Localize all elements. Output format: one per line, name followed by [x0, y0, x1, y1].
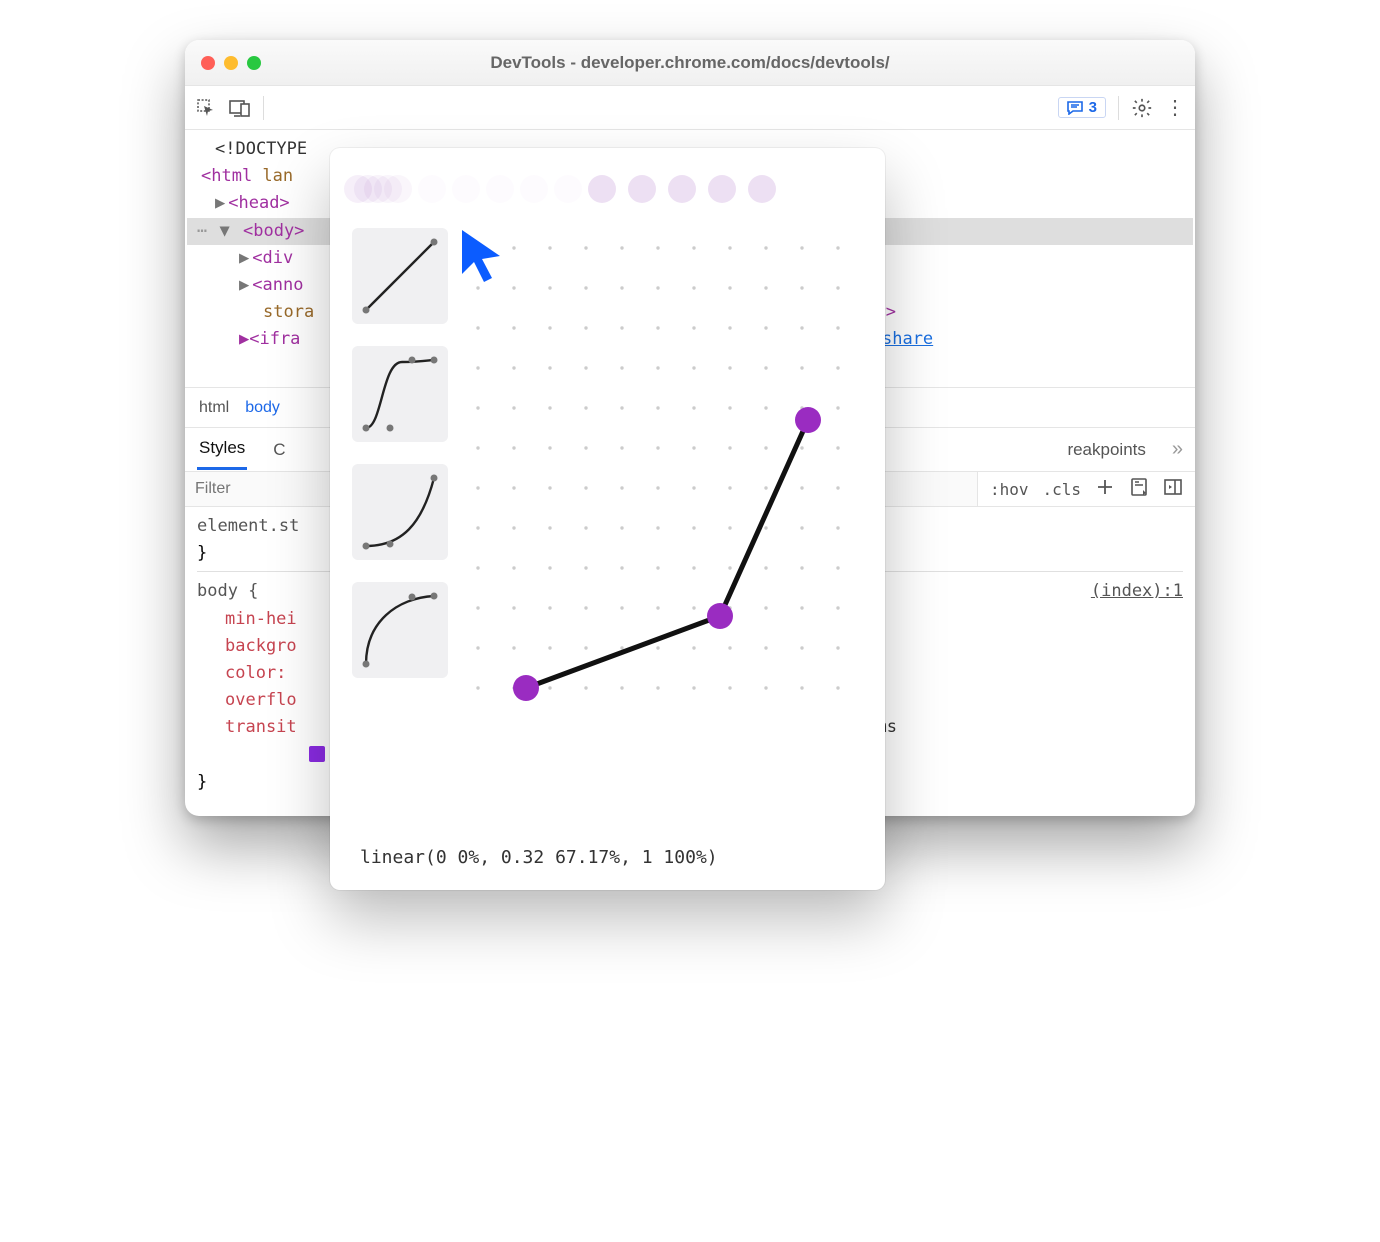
- window-title: DevTools - developer.chrome.com/docs/dev…: [185, 53, 1195, 73]
- caret-right-icon: ▶: [215, 193, 225, 213]
- new-rule-icon[interactable]: [1095, 477, 1115, 502]
- tab-styles[interactable]: Styles: [197, 429, 247, 470]
- breadcrumb-item-body[interactable]: body: [245, 399, 280, 417]
- inspect-element-icon[interactable]: [195, 97, 217, 119]
- easing-presets: [352, 228, 448, 678]
- device-toolbar-icon[interactable]: [229, 97, 251, 119]
- window-titlebar: DevTools - developer.chrome.com/docs/dev…: [185, 40, 1195, 86]
- chat-icon: [1067, 101, 1083, 115]
- tab-breakpoints[interactable]: reakpoints: [1065, 431, 1147, 469]
- tab-computed[interactable]: C: [271, 431, 287, 469]
- preset-linear[interactable]: [352, 228, 448, 324]
- toolbar-separator: [263, 96, 264, 120]
- more-menu-icon[interactable]: ⋮: [1165, 95, 1185, 120]
- rule-source-link[interactable]: (index):1: [1091, 578, 1183, 605]
- easing-output-text: linear(0 0%, 0.32 67.17%, 1 100%): [360, 847, 718, 868]
- hov-toggle[interactable]: :hov: [990, 480, 1029, 499]
- issues-count: 3: [1089, 99, 1097, 116]
- easing-preview-strip: document.write(Array.from({length:10},(_…: [352, 166, 861, 212]
- settings-gear-icon[interactable]: [1131, 97, 1153, 119]
- minimize-window-button[interactable]: [224, 56, 238, 70]
- preset-ease-in[interactable]: [352, 464, 448, 560]
- maximize-window-button[interactable]: [247, 56, 261, 70]
- preset-ease-in-out[interactable]: [352, 346, 448, 442]
- toolbar-separator: [1118, 96, 1119, 120]
- breadcrumb-item-html[interactable]: html: [199, 399, 229, 417]
- device-preview-icon[interactable]: [1129, 477, 1149, 502]
- devtools-toolbar: 3 ⋮: [185, 86, 1195, 130]
- more-tabs-icon[interactable]: »: [1172, 438, 1183, 461]
- selected-node-dots-icon: ⋯: [197, 221, 207, 241]
- preset-ease-out[interactable]: [352, 582, 448, 678]
- issues-badge[interactable]: 3: [1058, 97, 1106, 118]
- caret-down-icon: ▼: [220, 221, 230, 241]
- caret-right-icon: ▶: [239, 248, 249, 268]
- traffic-lights: [201, 56, 261, 70]
- cursor-pointer-icon: [458, 228, 506, 284]
- toggle-sidebar-icon[interactable]: [1163, 477, 1183, 502]
- close-window-button[interactable]: [201, 56, 215, 70]
- cls-toggle[interactable]: .cls: [1042, 480, 1081, 499]
- easing-swatch-icon[interactable]: [309, 746, 325, 762]
- caret-right-icon: ▶: [239, 275, 249, 295]
- devtools-window: DevTools - developer.chrome.com/docs/dev…: [185, 40, 1195, 816]
- easing-editor-popover[interactable]: document.write(Array.from({length:10},(_…: [330, 148, 885, 890]
- easing-graph[interactable]: (function(){ const g=document.getElement…: [458, 228, 861, 678]
